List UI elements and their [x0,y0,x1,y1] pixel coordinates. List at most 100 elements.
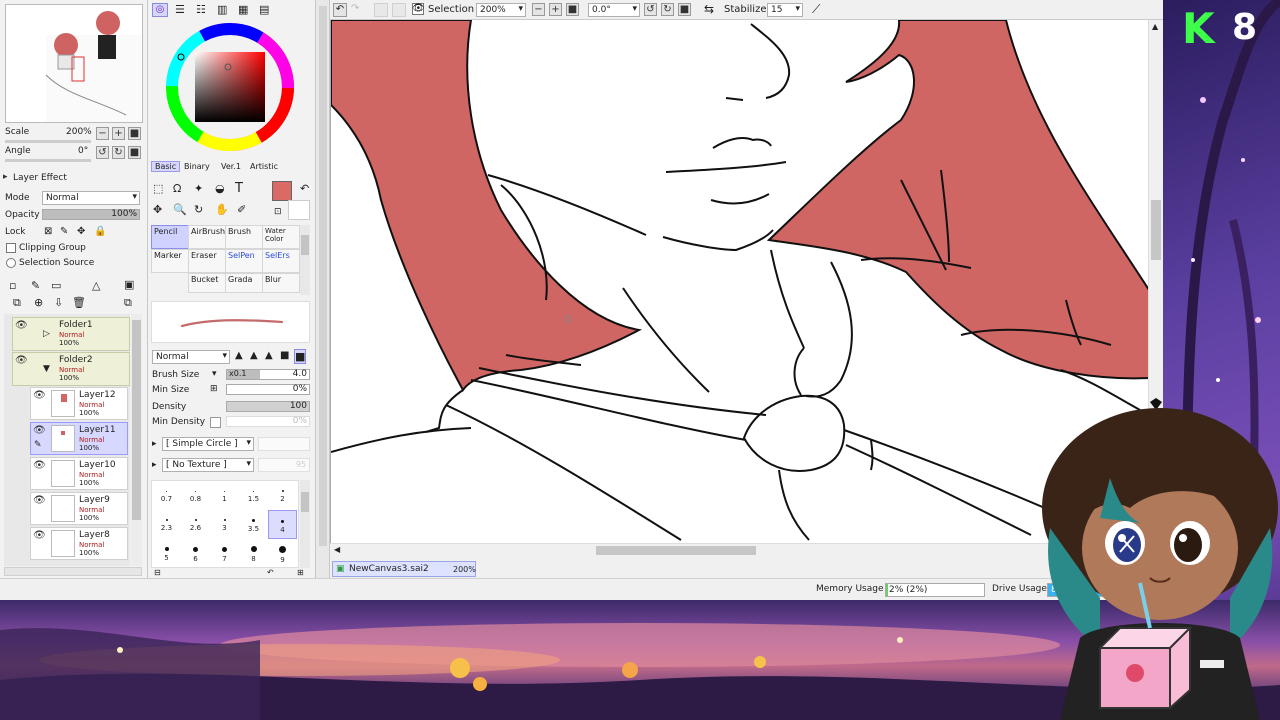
magic-wand-icon[interactable]: ✦ [194,182,203,195]
redo-icon[interactable]: ↷ [351,3,359,14]
rotate-ccw-button[interactable]: ↺ [644,3,657,16]
color-wheel-icon[interactable]: ◎ [152,3,168,17]
tool-pencil[interactable]: Pencil [151,225,189,249]
eye-icon[interactable]: 👁 [15,321,29,331]
tool-grid-scroll-thumb[interactable] [301,235,309,255]
footer-options-icon[interactable]: ⊞ [297,568,304,577]
brush-size-preset[interactable]: 0.7 [152,481,181,510]
scratchpad-icon[interactable]: ▤ [259,3,269,16]
stabilizer-select[interactable]: 15 ▾ [767,3,803,17]
panel-hscroll[interactable] [4,567,142,576]
eye-icon[interactable]: 👁 [33,391,47,401]
move-icon[interactable]: ✥ [153,203,162,216]
document-tab[interactable]: ▣ NewCanvas3.sai2 200% [332,561,476,577]
splitter-grip[interactable] [319,6,327,546]
layer-item[interactable]: 👁 Layer12 Normal 100% [30,387,128,420]
layer-options-icon[interactable]: ⧉ [124,296,132,310]
drawing-canvas[interactable] [330,20,1163,556]
tool-blur[interactable]: Blur [262,273,300,293]
deselect-icon[interactable] [374,3,388,17]
tool-bucket[interactable]: Bucket [188,273,226,293]
brush-size-preset[interactable]: 4 [268,510,297,539]
copy-layer-icon[interactable]: ⧉ [13,296,21,310]
tool-eraser[interactable]: Eraser [188,249,226,273]
zoom-select[interactable]: 200% ▾ [476,3,526,17]
density-slider[interactable]: 100 [226,401,310,412]
eye-icon[interactable]: 👁 [33,496,47,506]
footer-grip-icon[interactable]: ⊟ [154,568,161,577]
scroll-left-icon[interactable]: ◀ [334,545,340,554]
toolbar-zoom-reset-button[interactable]: ■ [566,3,579,16]
tab-basic[interactable]: Basic [151,161,181,172]
clipping-group-checkbox[interactable] [6,243,16,253]
new-linework-layer-icon[interactable]: ✎ [31,279,40,292]
transparent-color-icon[interactable]: ⊡ [274,207,282,217]
eye-icon[interactable]: 👁 [33,531,47,541]
edge-hard-icon[interactable]: ▲ [265,350,273,361]
hscroll-thumb[interactable] [596,546,756,555]
selection-source-checkbox[interactable] [6,258,16,268]
tool-gradation[interactable]: Grada [225,273,263,293]
rotate-right-button[interactable]: ↻ [112,146,125,159]
brush-size-preset[interactable]: 2.3 [152,510,181,539]
pressure-icon[interactable]: ⊞ [210,384,218,394]
min-density-checkbox[interactable] [210,417,221,428]
min-size-slider[interactable]: 0% [226,384,310,395]
min-density-slider[interactable]: 0% [226,416,310,427]
eye-icon[interactable]: 👁 [33,426,47,436]
layer-item[interactable]: 👁 Layer8 Normal 100% [30,527,128,560]
tool-selers[interactable]: SelErs [262,249,300,273]
rotate-reset-button[interactable]: ■ [128,146,141,159]
lock-paint-icon[interactable]: ✎ [60,226,68,237]
canvas-horizontal-scrollbar[interactable]: ◀ [330,543,1148,556]
brush-texture-strength[interactable]: 95 [258,458,310,472]
brush-size-preset[interactable]: 6 [181,539,210,568]
tool-brush[interactable]: Brush [225,225,263,249]
eye-icon[interactable]: 👁 [15,356,29,366]
brush-size-preset[interactable]: 3.5 [239,510,268,539]
brush-size-preset[interactable]: 8 [239,539,268,568]
scroll-up-icon[interactable]: ▲ [1152,22,1158,31]
brush-shape-strength[interactable] [258,437,310,451]
eyedropper-icon[interactable]: ✐ [237,203,246,216]
tab-artistic[interactable]: Artistic [250,162,278,171]
layer-item[interactable]: 👁 Layer10 Normal 100% [30,457,128,490]
brush-size-preset[interactable]: 0.8 [181,481,210,510]
trash-icon[interactable]: 🗑 [72,296,86,309]
brush-size-preset[interactable]: 9 [268,539,297,568]
tool-grid-scrollbar[interactable] [300,225,310,295]
brush-blend-select[interactable]: Normal ▾ [152,350,230,364]
primary-color-swatch[interactable] [272,181,292,201]
folder-collapsed-arrow-icon[interactable]: ▷ [43,329,50,339]
expand-arrow-icon[interactable]: ▸ [152,460,157,470]
size-presets-scroll-thumb[interactable] [301,492,309,512]
tool-selpen[interactable]: SelPen [225,249,263,273]
merge-layer-icon[interactable]: ⇩ [54,296,63,309]
layer-stack-icon[interactable]: ▣ [124,278,134,291]
brush-size-slider[interactable]: x0.1 4.0 [226,369,310,380]
rotate-icon[interactable]: ↻ [194,203,203,216]
panel-splitter[interactable] [316,0,330,578]
rect-select-icon[interactable]: ⬚ [153,182,163,195]
new-layer-icon[interactable]: ▫ [9,279,16,292]
footer-undo-icon[interactable]: ↶ [267,568,274,577]
bucket-shape-icon[interactable]: ◒ [215,182,225,195]
zoom-in-button[interactable]: + [112,127,125,140]
edge-square-icon[interactable]: ■ [280,350,289,361]
invert-selection-icon[interactable] [392,3,406,17]
expand-arrow-icon[interactable]: ▸ [152,439,157,449]
zoom-out-button[interactable]: − [96,127,109,140]
secondary-color-swatch[interactable] [288,200,310,220]
brush-size-preset[interactable]: 3 [210,510,239,539]
brush-size-preset[interactable]: 1 [210,481,239,510]
tab-binary[interactable]: Binary [184,162,210,171]
tool-airbrush[interactable]: AirBrush [188,225,226,249]
edge-medium-icon[interactable]: ▲ [250,350,258,361]
rgb-slider-icon[interactable]: ☰ [175,3,185,16]
edge-full-icon[interactable]: ■ [294,349,307,364]
toolbar-zoom-out-button[interactable]: − [532,3,545,16]
lock-transparency-icon[interactable]: ⊠ [44,226,52,237]
navigator-preview[interactable] [5,4,143,123]
color-mixer-icon[interactable]: ▥ [217,3,227,16]
folder-expanded-arrow-icon[interactable]: ▼ [43,364,50,374]
